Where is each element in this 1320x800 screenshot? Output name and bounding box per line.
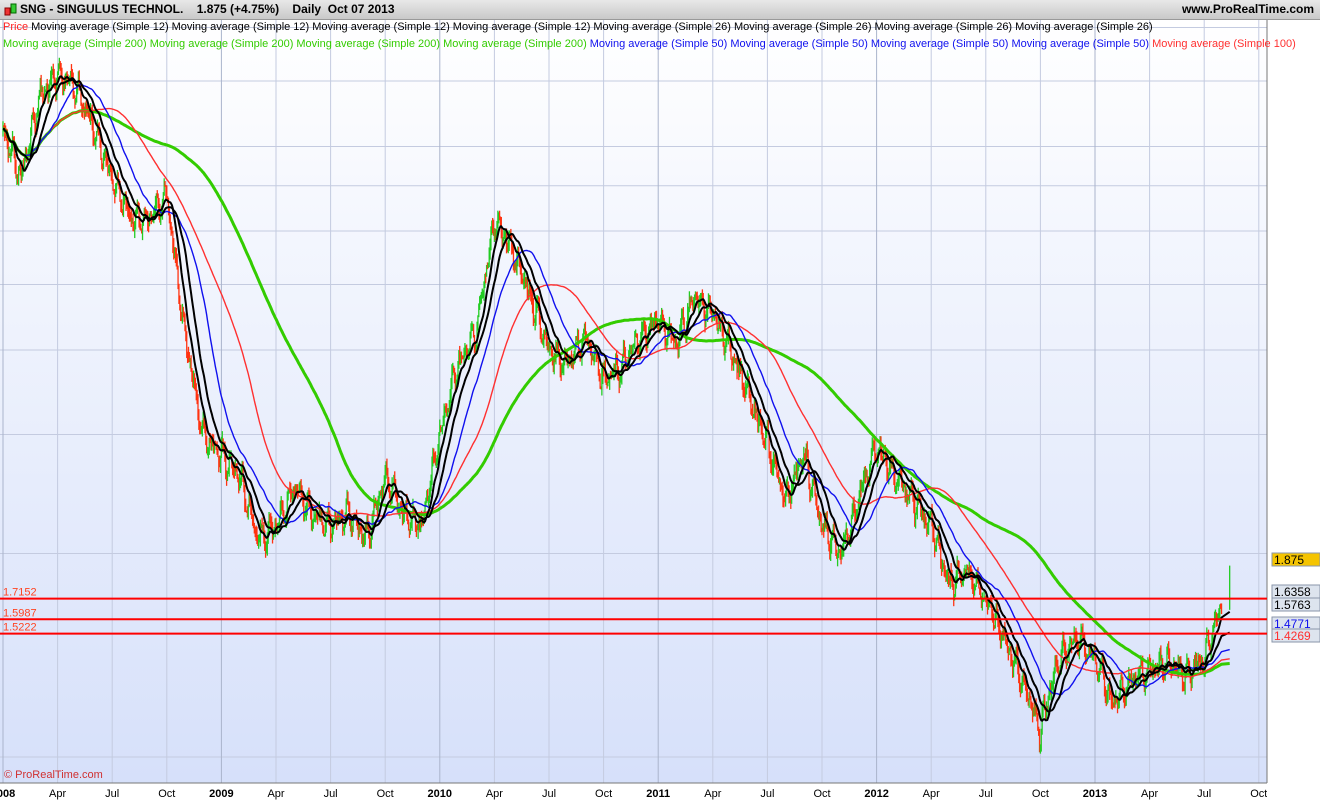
x-tick-label: 2013 <box>1083 788 1107 800</box>
level-label: 1.5222 <box>3 622 37 634</box>
legend-item[interactable]: Moving average (Simple 200) <box>296 38 440 50</box>
plot-background <box>0 20 1267 783</box>
x-tick-label: Apr <box>1141 788 1158 800</box>
x-tick-label: Apr <box>49 788 66 800</box>
x-tick-label: Oct <box>377 788 394 800</box>
x-tick-label: Jul <box>105 788 119 800</box>
legend-item[interactable]: Moving average (Simple 12) <box>172 21 310 33</box>
legend-item[interactable]: Moving average (Simple 50) <box>590 38 728 50</box>
legend-item[interactable]: Price <box>3 21 28 33</box>
x-tick-label: Jul <box>1197 788 1211 800</box>
legend-item[interactable]: Moving average (Simple 200) <box>3 38 147 50</box>
x-tick-label: Apr <box>486 788 503 800</box>
value-tag-label: 1.875 <box>1274 553 1304 567</box>
legend-item[interactable]: Moving average (Simple 26) <box>875 21 1013 33</box>
legend-item[interactable]: Moving average (Simple 200) <box>443 38 587 50</box>
price-chart[interactable]: 1210876543212008AprJulOct2009AprJulOct20… <box>0 20 1320 800</box>
legend-item[interactable]: Moving average (Simple 50) <box>730 38 868 50</box>
x-tick-label: Jul <box>760 788 774 800</box>
legend-item[interactable]: Moving average (Simple 12) <box>453 21 591 33</box>
x-tick-label: Oct <box>813 788 830 800</box>
legend-item[interactable]: Moving average (Simple 50) <box>871 38 1009 50</box>
x-tick-label: 2010 <box>428 788 452 800</box>
copyright: © ProRealTime.com <box>4 769 103 781</box>
last-price: 1.875 (+4.75%) <box>196 2 280 16</box>
legend-item[interactable]: Moving average (Simple 50) <box>1011 38 1149 50</box>
x-tick-label: Oct <box>1032 788 1049 800</box>
symbol-name: SNG - SINGULUS TECHNOL. <box>20 2 184 16</box>
legend-item[interactable]: Moving average (Simple 12) <box>312 21 450 33</box>
x-tick-label: 2009 <box>209 788 233 800</box>
x-tick-label: Apr <box>267 788 284 800</box>
level-label: 1.5987 <box>3 607 37 619</box>
chart-title: SNG - SINGULUS TECHNOL. 1.875 (+4.75%) D… <box>20 0 395 19</box>
x-tick-label: 2008 <box>0 788 15 800</box>
value-tag-label: 1.4269 <box>1274 629 1311 643</box>
legend-row-2: Moving average (Simple 200) Moving averag… <box>3 38 1299 50</box>
legend-item[interactable]: Moving average (Simple 200) <box>150 38 294 50</box>
legend-row-1: Price Moving average (Simple 12) Moving av… <box>3 21 1156 33</box>
legend-item[interactable]: Moving average (Simple 26) <box>1015 21 1153 33</box>
y-axis-panel <box>1267 20 1320 800</box>
x-tick-label: 2012 <box>864 788 888 800</box>
candlestick-icon <box>4 3 17 16</box>
level-label: 1.7152 <box>3 587 37 599</box>
x-tick-label: Apr <box>704 788 721 800</box>
site-link[interactable]: www.ProRealTime.com <box>1182 0 1314 19</box>
value-tag-label: 1.5763 <box>1274 598 1311 612</box>
legend-item[interactable]: Moving average (Simple 100) <box>1152 38 1296 50</box>
x-tick-label: Jul <box>324 788 338 800</box>
x-tick-label: Oct <box>158 788 175 800</box>
value-tag-label: 1.6358 <box>1274 585 1311 599</box>
x-tick-label: Oct <box>595 788 612 800</box>
x-tick-label: Apr <box>923 788 940 800</box>
legend-item[interactable]: Moving average (Simple 26) <box>593 21 731 33</box>
x-tick-label: Oct <box>1250 788 1267 800</box>
legend-item[interactable]: Moving average (Simple 26) <box>734 21 872 33</box>
period: Daily <box>292 2 322 16</box>
legend-item[interactable]: Moving average (Simple 12) <box>31 21 169 33</box>
date: Oct 07 2013 <box>327 2 395 16</box>
chart-header: SNG - SINGULUS TECHNOL. 1.875 (+4.75%) D… <box>0 0 1320 20</box>
x-tick-label: 2011 <box>646 788 670 800</box>
x-tick-label: Jul <box>542 788 556 800</box>
x-tick-label: Jul <box>979 788 993 800</box>
